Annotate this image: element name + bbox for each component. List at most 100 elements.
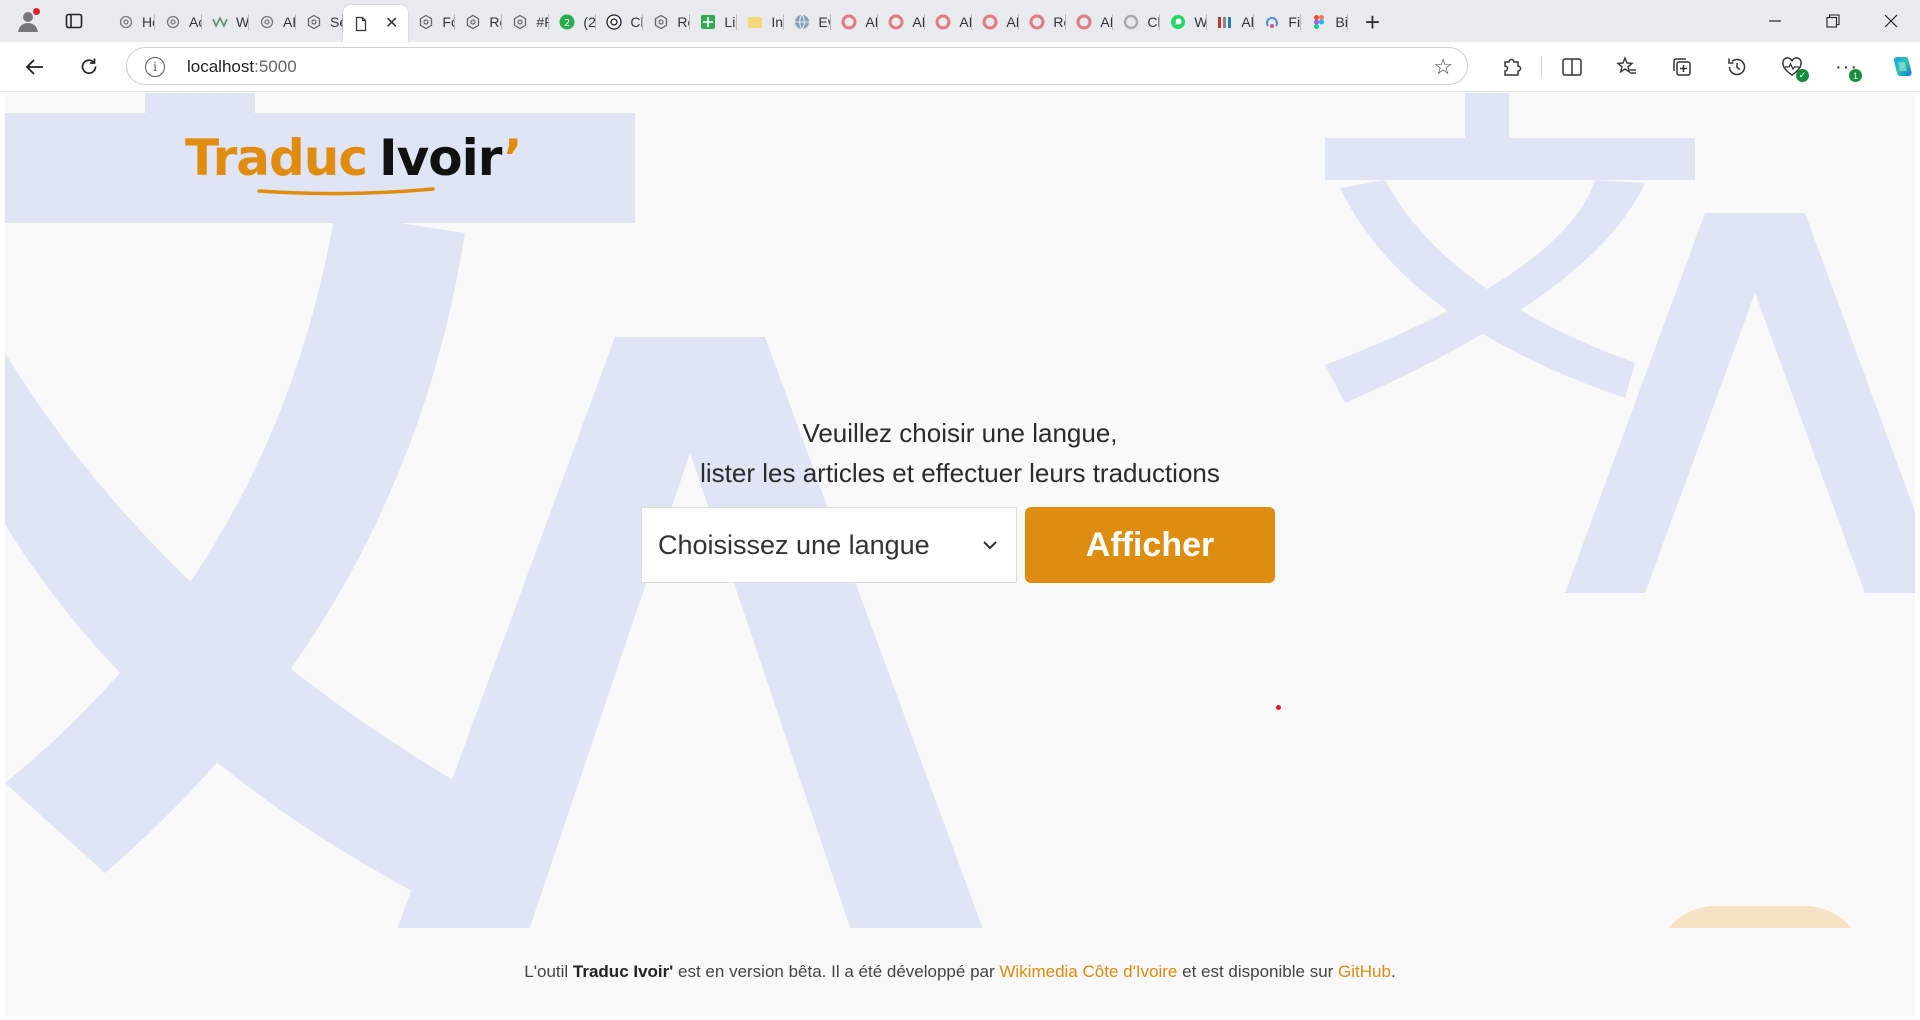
tab[interactable]: Ac [155, 5, 202, 39]
tab[interactable]: Ak [1207, 5, 1255, 39]
toolbar-icons: ✓ ··· 1 [1484, 50, 1920, 84]
copilot-button[interactable] [1874, 50, 1920, 84]
window-controls [1746, 0, 1920, 42]
tab[interactable]: AP [925, 5, 973, 39]
logo-swoosh-icon [257, 187, 435, 196]
footer-text-3: et est disponible sur [1177, 962, 1339, 981]
heading-line-2: lister les articles et effectuer leurs t… [700, 458, 1220, 488]
tab[interactable]: Fo [408, 5, 456, 39]
svg-text:2: 2 [564, 18, 570, 29]
recycle-icon [1264, 14, 1280, 30]
tab-actions-button[interactable] [58, 6, 90, 36]
tab[interactable]: AP [249, 5, 296, 39]
tab[interactable]: Ré [1019, 5, 1067, 39]
pink-circle-icon [841, 14, 857, 30]
footer-wikimedia-link[interactable]: Wikimedia Côte d'Ivoire [999, 962, 1177, 982]
site-logo[interactable]: Traduc Ivoir’ [185, 129, 523, 199]
new-tab-button[interactable]: + [1354, 5, 1390, 39]
afficher-button[interactable]: Afficher [1025, 507, 1275, 583]
logo-text: Traduc Ivoir’ [185, 129, 523, 187]
favorites-button[interactable] [1599, 50, 1654, 84]
tab[interactable]: Fil [1254, 5, 1302, 39]
puzzle-icon [1503, 58, 1521, 76]
language-select[interactable]: Choisissez une langue [641, 507, 1017, 583]
gear-outline-icon [165, 14, 181, 30]
tab[interactable]: W [1160, 5, 1208, 39]
tab[interactable]: Bi [1301, 5, 1349, 39]
tab-active[interactable]: ✕ [343, 5, 409, 43]
openai-icon [465, 14, 481, 30]
bars-icon [1217, 14, 1233, 30]
tab[interactable]: Hc [108, 5, 155, 39]
copilot-icon [1893, 57, 1912, 76]
chevron-down-icon [983, 541, 997, 550]
restore-button[interactable] [1804, 0, 1862, 42]
tab[interactable]: Lis [690, 5, 738, 39]
browser-essentials-button[interactable]: ✓ [1764, 50, 1819, 84]
page-heading: Veuillez choisir une langue, lister les … [5, 413, 1915, 493]
gray-circle-icon [1123, 14, 1139, 30]
notification-dot [33, 8, 40, 15]
pink-circle-icon [935, 14, 951, 30]
openai-icon [306, 14, 322, 30]
logo-part-traduc: Traduc [185, 129, 368, 187]
tab[interactable]: Ch [596, 5, 644, 39]
split-screen-button[interactable] [1544, 50, 1599, 84]
url-host: localhost [187, 57, 255, 76]
gear-outline-icon [259, 14, 275, 30]
tab[interactable]: Re [643, 5, 691, 39]
tab[interactable]: Ch [1113, 5, 1161, 39]
tab[interactable]: AP [831, 5, 879, 39]
footer-text-4: . [1390, 962, 1396, 981]
tab[interactable]: AP [1066, 5, 1114, 39]
extensions-button[interactable] [1484, 50, 1539, 84]
tab[interactable]: AP [972, 5, 1020, 39]
language-select-value: Choisissez une langue [658, 529, 930, 560]
tabs-row: HcAcWiAPSe✕FoRe#F2(2)ChReLisIniEvAPAPAPA… [108, 4, 1390, 43]
tab-close-icon[interactable]: ✕ [385, 16, 398, 32]
back-button[interactable] [18, 51, 52, 83]
tab-actions-icon [65, 13, 83, 29]
split-screen-icon [1561, 58, 1582, 76]
tab[interactable]: 2(2) [549, 5, 597, 39]
history-button[interactable] [1709, 50, 1764, 84]
logo-apostrophe: ’ [503, 129, 523, 187]
footer-product-name: Traduc Ivoir' [572, 962, 674, 981]
chatgpt-icon [606, 14, 623, 30]
pink-circle-icon [1029, 14, 1045, 30]
profile-button[interactable] [12, 6, 44, 36]
footer-text-2: est en version bêta. Il a été développé … [673, 962, 1000, 981]
tab[interactable]: Wi [202, 5, 249, 39]
whatsapp-icon [1170, 14, 1186, 30]
minimize-icon [1769, 20, 1781, 22]
gear-outline-icon [118, 14, 134, 30]
tab[interactable]: Re [455, 5, 503, 39]
footer-github-link[interactable]: GitHub [1338, 962, 1391, 982]
tab[interactable]: #F [502, 5, 550, 39]
green-badge-icon: 2 [559, 14, 575, 30]
url-text[interactable]: localhost:5000 [187, 57, 297, 77]
openai-icon [512, 14, 528, 30]
tab[interactable]: Ini [737, 5, 785, 39]
tab[interactable]: AP [878, 5, 926, 39]
browser-toolbar: i localhost:5000 ☆ ✓ ··· 1 [0, 42, 1920, 92]
minimize-button[interactable] [1746, 0, 1804, 42]
address-bar[interactable]: i localhost:5000 ☆ [126, 47, 1468, 85]
page-viewport: Traduc Ivoir’ Veuillez choisir une langue… [5, 93, 1915, 1016]
update-badge-icon: 1 [1849, 69, 1862, 82]
reload-button[interactable] [72, 51, 106, 83]
document-icon [353, 16, 369, 32]
heading-line-1: Veuillez choisir une langue, [802, 418, 1118, 448]
favorite-star-icon[interactable]: ☆ [1433, 54, 1453, 80]
sheets-icon [700, 14, 716, 30]
arrow-left-icon [25, 59, 43, 75]
tab[interactable]: Se [296, 5, 343, 39]
url-port: :5000 [254, 57, 297, 76]
check-badge-icon: ✓ [1796, 69, 1809, 82]
site-info-icon[interactable]: i [145, 57, 165, 77]
close-window-button[interactable] [1862, 0, 1920, 42]
restore-icon [1826, 14, 1840, 28]
tab[interactable]: Ev [784, 5, 832, 39]
collections-button[interactable] [1654, 50, 1709, 84]
settings-more-button[interactable]: ··· 1 [1819, 50, 1874, 84]
